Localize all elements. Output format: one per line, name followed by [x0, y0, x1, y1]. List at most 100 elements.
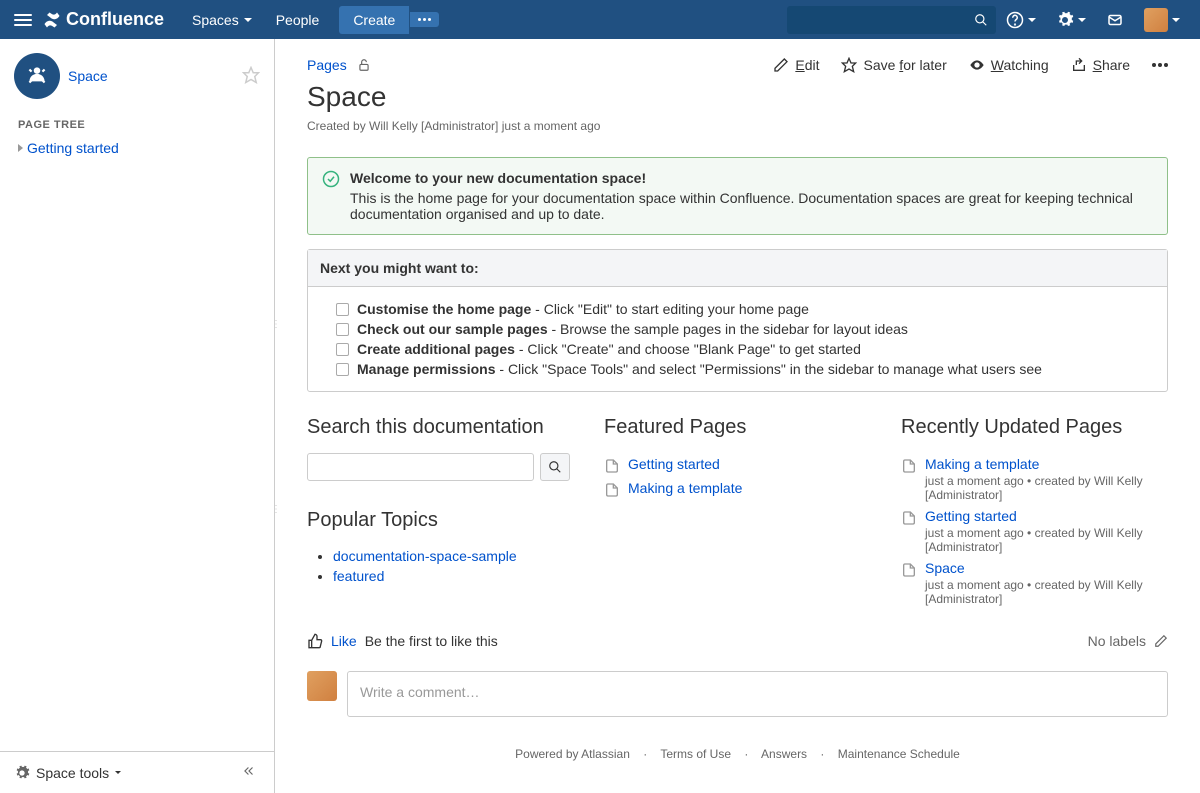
next-steps-panel: Next you might want to: Customise the ho… [307, 249, 1168, 392]
expand-icon[interactable] [18, 144, 23, 152]
page-meta: just a moment ago • created by Will Kell… [925, 578, 1168, 606]
page-row: Getting started just a moment ago • creat… [901, 505, 1168, 557]
like-bar: Like Be the first to like this No labels [307, 633, 1168, 649]
star-icon [841, 57, 857, 73]
featured-heading: Featured Pages [604, 416, 871, 439]
edit-button[interactable]: EEditdit [773, 57, 819, 73]
comment-input[interactable]: Write a comment… [347, 671, 1168, 717]
search-icon [974, 13, 988, 27]
doc-search-input[interactable] [307, 453, 534, 481]
checkbox[interactable] [336, 323, 349, 336]
featured-column: Featured Pages Getting started Making a t… [604, 416, 871, 609]
sidebar: Space PAGE TREE Getting started ⋮ ⋮ Spac… [0, 39, 275, 793]
avatar [307, 671, 337, 701]
notifications-icon[interactable] [1096, 11, 1134, 29]
page-meta: just a moment ago • created by Will Kell… [925, 474, 1168, 502]
tree-item: Getting started [0, 137, 274, 159]
nav-people[interactable]: People [264, 4, 332, 36]
space-tools[interactable]: Space tools [0, 751, 274, 793]
search-icon [548, 460, 562, 474]
checklist-item: Check out our sample pages - Browse the … [336, 319, 1155, 339]
check-circle-icon [322, 170, 340, 188]
checklist-item: Customise the home page - Click "Edit" t… [336, 299, 1155, 319]
save-for-later-button[interactable]: Save for later [841, 57, 946, 73]
star-icon[interactable] [242, 66, 260, 87]
pencil-icon [773, 57, 789, 73]
tree-link-getting-started[interactable]: Getting started [27, 140, 119, 156]
popular-heading: Popular Topics [307, 509, 574, 532]
page-meta: just a moment ago • created by Will Kell… [925, 526, 1168, 554]
comment-area: Write a comment… [307, 671, 1168, 717]
settings-icon[interactable] [1046, 11, 1096, 29]
page-link[interactable]: Getting started [925, 508, 1017, 524]
page-link[interactable]: Making a template [628, 480, 742, 496]
footer-answers[interactable]: Answers [761, 747, 807, 761]
recent-column: Recently Updated Pages Making a template… [901, 416, 1168, 609]
page-icon [604, 458, 620, 474]
nav-spaces[interactable]: Spaces [180, 4, 264, 36]
help-icon[interactable] [996, 11, 1046, 29]
next-steps-header: Next you might want to: [308, 250, 1167, 287]
search-heading: Search this documentation [307, 416, 574, 439]
page-icon [604, 482, 620, 498]
page-icon [901, 510, 917, 526]
avatar [1144, 8, 1168, 32]
more-actions-button[interactable] [1152, 63, 1168, 67]
global-search-input[interactable] [795, 12, 974, 27]
page-title: Space [307, 81, 1168, 113]
page-footer: Powered by Atlassian · Terms of Use · An… [307, 717, 1168, 775]
checkbox[interactable] [336, 343, 349, 356]
list-item: featured [333, 566, 574, 586]
watching-button[interactable]: Watching [969, 57, 1049, 73]
confluence-logo[interactable]: Confluence [42, 9, 164, 30]
space-logo-icon[interactable] [14, 53, 60, 99]
checklist-item: Manage permissions - Click "Space Tools"… [336, 359, 1155, 379]
checkbox[interactable] [336, 363, 349, 376]
like-button[interactable]: Like [331, 633, 357, 649]
topic-link[interactable]: documentation-space-sample [333, 548, 517, 564]
main-content: Pages EEditdit Save for later Watching S… [275, 39, 1200, 793]
page-meta: Created by Will Kelly [Administrator] ju… [307, 119, 1168, 133]
list-item: documentation-space-sample [333, 546, 574, 566]
checklist-item: Create additional pages - Click "Create"… [336, 339, 1155, 359]
app-switcher-icon[interactable] [10, 8, 36, 32]
welcome-body: This is the home page for your documenta… [350, 190, 1153, 222]
profile-menu[interactable] [1134, 8, 1190, 32]
gear-icon [14, 765, 30, 781]
nav-links: Spaces People Create [180, 4, 439, 36]
page-tree-label: PAGE TREE [0, 109, 274, 137]
eye-icon [969, 57, 985, 73]
welcome-title: Welcome to your new documentation space! [350, 170, 1153, 186]
page-action-bar: Pages EEditdit Save for later Watching S… [307, 57, 1168, 73]
page-row: Making a template [604, 477, 871, 501]
footer-terms[interactable]: Terms of Use [660, 747, 731, 761]
like-count-text: Be the first to like this [365, 633, 498, 649]
brand-text: Confluence [66, 9, 164, 30]
unlock-icon[interactable] [357, 58, 371, 72]
page-link[interactable]: Making a template [925, 456, 1039, 472]
page-link[interactable]: Space [925, 560, 965, 576]
checkbox[interactable] [336, 303, 349, 316]
share-button[interactable]: Share [1071, 57, 1130, 73]
top-nav: Confluence Spaces People Create [0, 0, 1200, 39]
topic-link[interactable]: featured [333, 568, 384, 584]
page-icon [901, 458, 917, 474]
global-search[interactable] [787, 6, 996, 34]
share-icon [1071, 57, 1087, 73]
space-name-link[interactable]: Space [68, 68, 234, 84]
page-icon [901, 562, 917, 578]
breadcrumb-pages[interactable]: Pages [307, 57, 347, 73]
create-button[interactable]: Create [339, 6, 409, 34]
space-header: Space [0, 39, 274, 109]
page-row: Space just a moment ago • created by Will… [901, 557, 1168, 609]
thumbs-up-icon [307, 633, 323, 649]
page-link[interactable]: Getting started [628, 456, 720, 472]
create-more-button[interactable] [410, 12, 439, 27]
collapse-sidebar-icon[interactable] [238, 760, 260, 785]
search-column: Search this documentation Popular Topics… [307, 416, 574, 609]
edit-labels-icon[interactable] [1154, 634, 1168, 648]
doc-search-button[interactable] [540, 453, 570, 481]
no-labels-text: No labels [1088, 633, 1146, 649]
page-row: Getting started [604, 453, 871, 477]
footer-maintenance[interactable]: Maintenance Schedule [838, 747, 960, 761]
